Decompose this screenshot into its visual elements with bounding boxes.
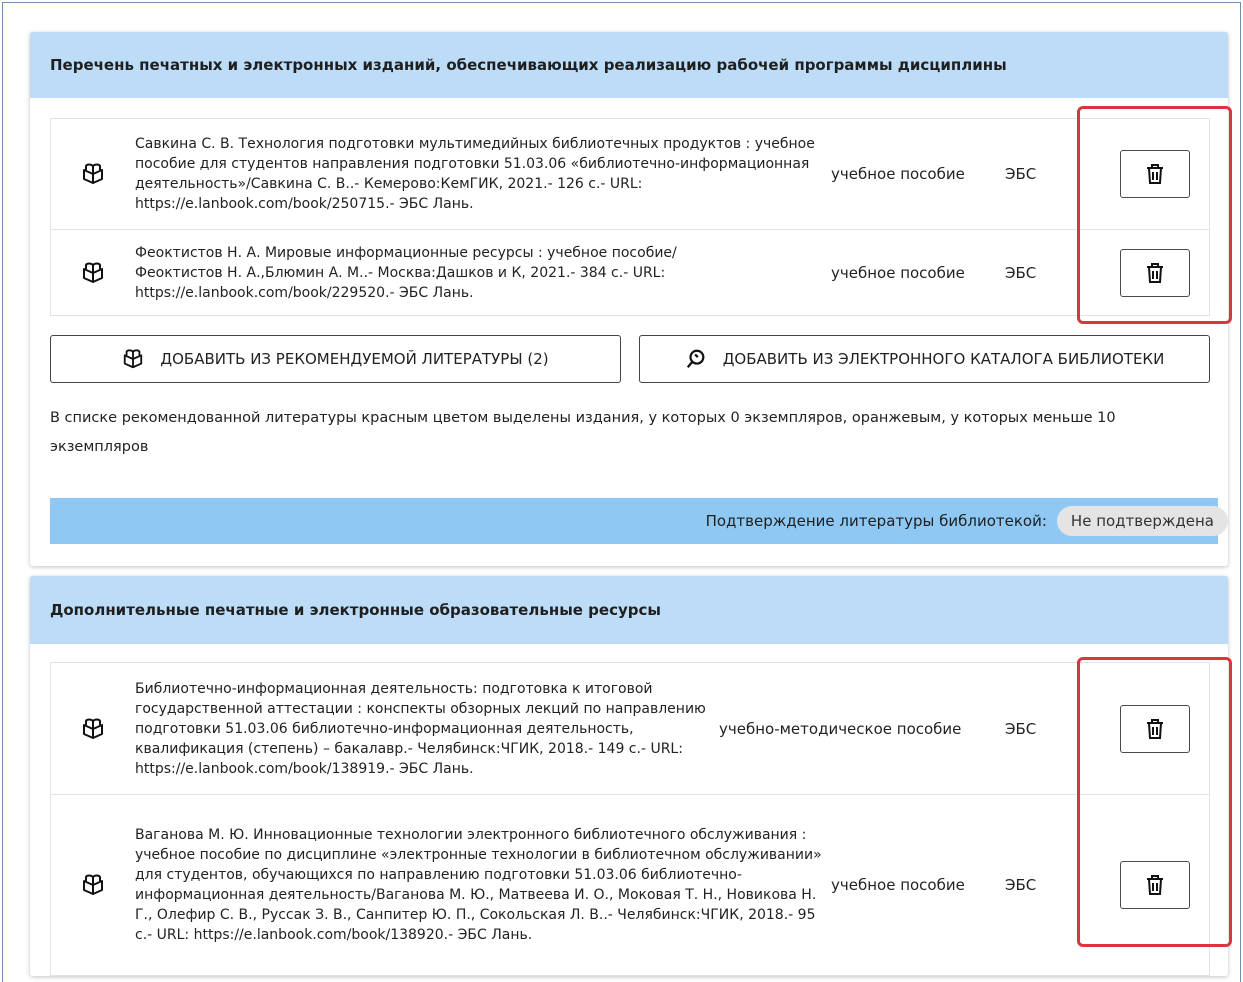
main-literature-list: Савкина С. В. Технология подготовки муль… [50,118,1210,316]
delete-button[interactable] [1120,248,1190,297]
search-icon [686,349,705,368]
add-catalog-label: ДОБАВИТЬ ИЗ ЭЛЕКТРОННОГО КАТАЛОГА БИБЛИО… [722,350,1165,368]
add-catalog-button[interactable]: ДОБАВИТЬ ИЗ ЭЛЕКТРОННОГО КАТАЛОГА БИБЛИО… [639,335,1210,383]
item-title: Библиотечно-информационная деятельность:… [135,680,706,777]
add-recommended-label: ДОБАВИТЬ ИЗ РЕКОМЕНДУЕМОЙ ЛИТЕРАТУРЫ (2) [160,350,549,368]
item-type: учебно-методическое пособие [719,719,962,738]
delete-button[interactable] [1120,861,1190,909]
confirmation-label: Подтверждение литературы библиотекой: [705,512,1047,530]
book-open-icon [51,873,135,897]
item-type: учебное пособие [831,876,965,894]
item-type: учебное пособие [831,263,965,282]
item-title: Феоктистов Н. А. Мировые информационные … [135,244,677,301]
list-item: Библиотечно-информационная деятельность:… [51,663,1209,795]
delete-button[interactable] [1120,150,1190,198]
item-source: ЭБС [1005,876,1037,894]
trash-icon [1147,875,1163,895]
list-item: Ваганова М. Ю. Инновационные технологии … [51,795,1209,975]
confirmation-bar: Подтверждение литературы библиотекой: Не… [50,498,1228,544]
trash-icon [1147,262,1163,283]
item-source: ЭБС [1005,263,1037,282]
additional-resources-card: Дополнительные печатные и электронные об… [30,576,1228,976]
book-open-icon [124,349,143,369]
book-open-icon [51,162,135,186]
item-source: ЭБС [1005,719,1037,738]
item-title: Ваганова М. Ю. Инновационные технологии … [135,827,822,943]
main-literature-header: Перечень печатных и электронных изданий,… [30,32,1228,98]
additional-resources-header: Дополнительные печатные и электронные об… [30,576,1228,644]
item-type: учебное пособие [831,165,965,183]
item-title: Савкина С. В. Технология подготовки муль… [135,136,815,212]
item-source: ЭБС [1005,165,1037,183]
status-badge: Не подтверждена [1056,506,1228,536]
book-open-icon [51,261,135,285]
trash-icon [1147,164,1163,184]
additional-resources-list: Библиотечно-информационная деятельность:… [50,662,1210,976]
list-item: Савкина С. В. Технология подготовки муль… [51,119,1209,230]
main-literature-card: Перечень печатных и электронных изданий,… [30,32,1228,566]
book-open-icon [51,717,135,741]
add-buttons-row: ДОБАВИТЬ ИЗ РЕКОМЕНДУЕМОЙ ЛИТЕРАТУРЫ (2)… [50,335,1210,383]
add-recommended-button[interactable]: ДОБАВИТЬ ИЗ РЕКОМЕНДУЕМОЙ ЛИТЕРАТУРЫ (2) [50,335,621,383]
info-note: В списке рекомендованной литературы крас… [50,410,1116,455]
list-item: Феоктистов Н. А. Мировые информационные … [51,230,1209,315]
trash-icon [1147,718,1163,739]
delete-button[interactable] [1120,704,1190,753]
